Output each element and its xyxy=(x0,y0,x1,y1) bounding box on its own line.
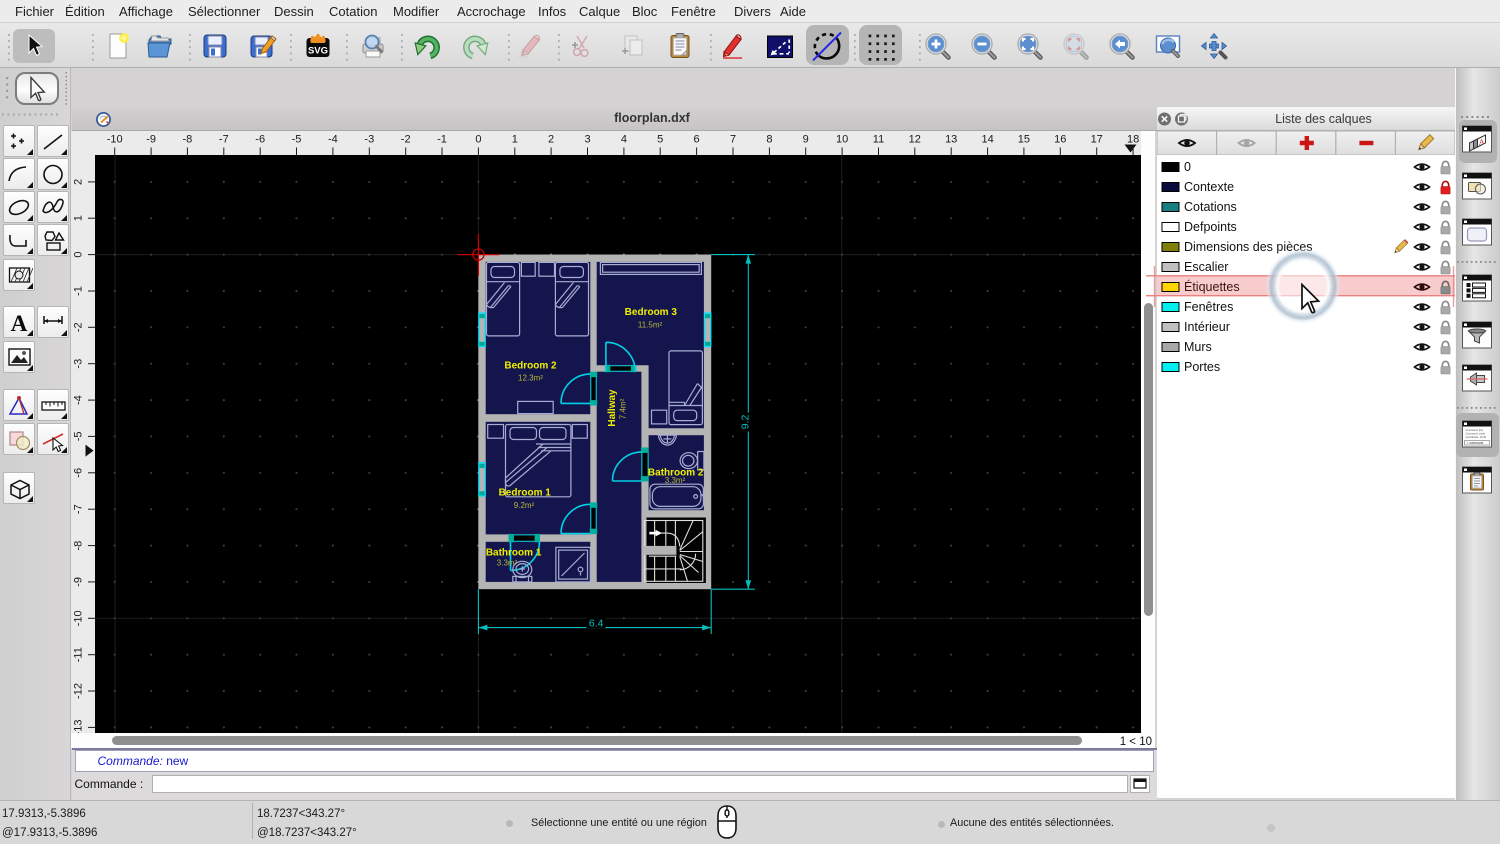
svg-text:-1: -1 xyxy=(437,134,447,146)
svg-text:3.3m²: 3.3m² xyxy=(497,559,518,568)
svg-text:7.4m²: 7.4m² xyxy=(619,398,628,419)
svg-text:-3: -3 xyxy=(73,359,85,369)
svg-text:-5: -5 xyxy=(292,134,302,146)
svg-text:12: 12 xyxy=(909,134,921,146)
svg-text:4: 4 xyxy=(621,134,627,146)
svg-text:-4: -4 xyxy=(328,134,338,146)
svg-text:-7: -7 xyxy=(219,134,229,146)
svg-text:Bedroom 3: Bedroom 3 xyxy=(625,307,678,318)
svg-text:-4: -4 xyxy=(73,395,85,405)
svg-text:-8: -8 xyxy=(183,134,193,146)
svg-text:6: 6 xyxy=(694,134,700,146)
svg-text:6.4: 6.4 xyxy=(589,617,604,629)
svg-text:10: 10 xyxy=(836,134,848,146)
svg-text:-13: -13 xyxy=(73,719,85,735)
svg-text:Command: line: Command: line xyxy=(1466,428,1484,432)
svg-text:0: 0 xyxy=(73,252,85,258)
svg-text:A: A xyxy=(11,311,28,336)
svg-text:-10: -10 xyxy=(107,134,123,146)
svg-text:17: 17 xyxy=(1091,134,1103,146)
svg-text:11.5m²: 11.5m² xyxy=(638,320,663,329)
svg-text:16: 16 xyxy=(1054,134,1066,146)
svg-text:0: 0 xyxy=(475,134,481,146)
svg-text:Command: circle: Command: circle xyxy=(1466,432,1486,436)
svg-text:-6: -6 xyxy=(255,134,265,146)
svg-text:Hallway: Hallway xyxy=(607,389,618,427)
svg-text:-1: -1 xyxy=(73,286,85,296)
svg-text:2: 2 xyxy=(73,179,85,185)
svg-text:-12: -12 xyxy=(73,683,85,699)
svg-text:13: 13 xyxy=(945,134,957,146)
svg-text:SVG: SVG xyxy=(308,46,328,57)
svg-text:15: 15 xyxy=(1018,134,1030,146)
svg-text:5: 5 xyxy=(657,134,663,146)
svg-text:Bedroom 2: Bedroom 2 xyxy=(504,360,557,371)
svg-text:-7: -7 xyxy=(73,504,85,514)
svg-text:9.2: 9.2 xyxy=(740,414,752,429)
svg-text:-2: -2 xyxy=(401,134,411,146)
svg-text:11: 11 xyxy=(873,134,884,146)
svg-text:2: 2 xyxy=(548,134,554,146)
svg-text:Bedroom 1: Bedroom 1 xyxy=(499,488,552,499)
svg-text:9: 9 xyxy=(803,134,809,146)
svg-text:-3: -3 xyxy=(364,134,374,146)
svg-text:> command: > command xyxy=(1467,441,1484,445)
svg-text:18: 18 xyxy=(1127,134,1139,146)
svg-text:3: 3 xyxy=(584,134,590,146)
svg-text:-2: -2 xyxy=(73,322,85,332)
svg-text:-9: -9 xyxy=(146,134,156,146)
svg-text:Coordinate: 10,40: Coordinate: 10,40 xyxy=(1466,435,1487,439)
svg-text:-9: -9 xyxy=(73,577,85,587)
svg-text:-5: -5 xyxy=(73,432,85,442)
svg-text:1: 1 xyxy=(512,134,518,146)
svg-text:12.3m²: 12.3m² xyxy=(518,373,543,382)
svg-text:-8: -8 xyxy=(73,541,85,551)
svg-text:-6: -6 xyxy=(73,468,85,478)
svg-text:3.3m²: 3.3m² xyxy=(665,476,686,485)
svg-text:9.2m²: 9.2m² xyxy=(514,501,535,510)
svg-text:1 < 10: 1 < 10 xyxy=(1120,736,1152,748)
svg-text:8: 8 xyxy=(766,134,772,146)
svg-text:7: 7 xyxy=(730,134,736,146)
svg-text:14: 14 xyxy=(981,134,993,146)
svg-text:Bathroom 1: Bathroom 1 xyxy=(486,547,542,558)
svg-text:-11: -11 xyxy=(73,647,85,662)
svg-text:-10: -10 xyxy=(73,610,85,626)
svg-text:1: 1 xyxy=(73,215,85,221)
